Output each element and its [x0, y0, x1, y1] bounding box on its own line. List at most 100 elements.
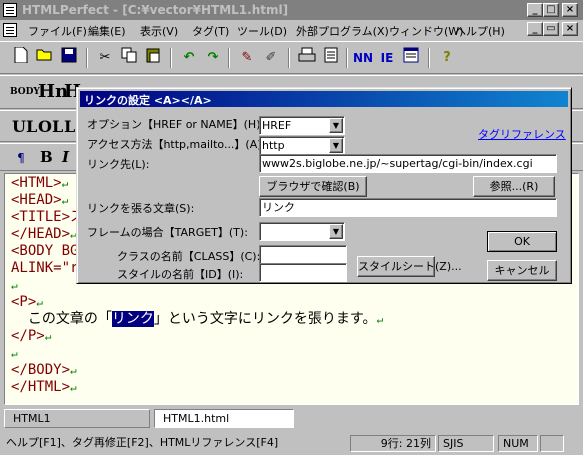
- chevron-down-icon[interactable]: ▼: [329, 118, 343, 133]
- tag-check-icon[interactable]: ✎: [236, 47, 258, 69]
- option-value: HREF: [262, 119, 292, 132]
- menu-view[interactable]: 表示(V): [140, 23, 178, 39]
- menu-tool[interactable]: ツール(D): [237, 23, 287, 39]
- undo-icon[interactable]: ↶: [178, 47, 200, 69]
- tab-html1-file[interactable]: HTML1.html: [154, 409, 294, 428]
- print-icon[interactable]: [296, 47, 318, 69]
- return-mark: ↵: [70, 364, 77, 377]
- destination-label: リンク先(L):: [87, 158, 150, 171]
- access-select[interactable]: http ▼: [259, 136, 345, 155]
- app-icon[interactable]: [3, 3, 17, 17]
- link-text-input[interactable]: リンク: [259, 198, 557, 217]
- code-line: </BODY>: [11, 362, 71, 378]
- access-value: http: [262, 139, 285, 152]
- link-text-label: リンクを張る文章(S):: [87, 202, 195, 215]
- ok-button[interactable]: OK: [487, 231, 557, 252]
- code-line: </HEAD>: [11, 226, 71, 242]
- status-numlock: NUM: [498, 435, 538, 452]
- id-label: スタイルの名前【ID】(I):: [117, 268, 244, 281]
- class-label: クラスの名前【CLASS】(C):: [117, 250, 261, 263]
- return-mark: ↵: [376, 313, 384, 326]
- id-input[interactable]: [259, 263, 347, 282]
- ul-tag-button[interactable]: UL: [12, 117, 37, 136]
- nn-browser-icon[interactable]: NN: [352, 47, 374, 69]
- access-label: アクセス方法【http,mailto...】(A):: [87, 138, 266, 151]
- link-dialog: リンクの設定 <A></A> オプション【HREF or NAME】(H): H…: [76, 87, 572, 284]
- close-button[interactable]: ×: [562, 3, 578, 17]
- tab-label: HTML1.html: [163, 412, 230, 425]
- code-line: <HTML>: [11, 175, 62, 191]
- status-encoding: SJIS: [438, 435, 494, 452]
- chevron-down-icon[interactable]: ▼: [329, 224, 343, 239]
- doc-minimize-button[interactable]: _: [527, 22, 543, 36]
- new-file-icon[interactable]: [10, 46, 32, 69]
- frame-select[interactable]: ▼: [259, 222, 345, 241]
- menu-file[interactable]: ファイル(F): [28, 23, 87, 39]
- title-bar[interactable]: HTMLPerfect - [C:¥vector¥HTML1.html] _ □…: [0, 0, 583, 20]
- return-mark: ↵: [11, 279, 18, 292]
- menu-edit[interactable]: 編集(E): [88, 23, 126, 39]
- open-folder-icon[interactable]: [34, 47, 56, 69]
- save-icon[interactable]: [58, 47, 80, 69]
- body-text: 」という文字にリンクを張ります。: [153, 311, 377, 327]
- return-mark: ↵: [61, 177, 69, 190]
- dialog-title: リンクの設定 <A></A>: [84, 94, 212, 107]
- status-help: ヘルプ[F1]、タグ再修正[F2]、HTMLリファレンス[F4]: [6, 436, 279, 449]
- main-toolbar: ✂ ↶ ↷ ✎ ✐ NN IE ?: [0, 41, 583, 74]
- dialog-title-bar[interactable]: リンクの設定 <A></A>: [80, 91, 568, 107]
- option-select[interactable]: HREF ▼: [259, 116, 345, 135]
- code-line: <HEAD>: [11, 192, 62, 208]
- return-mark: ↵: [44, 330, 52, 343]
- doc-restore-button[interactable]: ▭: [543, 22, 559, 36]
- frame-label: フレームの場合【TARGET】(T):: [87, 226, 248, 239]
- tab-html1[interactable]: HTML1: [4, 409, 150, 428]
- return-mark: ↵: [36, 296, 43, 309]
- status-position: 9行: 21列: [350, 435, 436, 452]
- status-extra: [540, 435, 564, 452]
- stylesheet-button[interactable]: スタイルシート(Z)...: [357, 256, 462, 277]
- tab-label: HTML1: [13, 412, 51, 425]
- class-input[interactable]: [259, 245, 347, 264]
- redo-icon[interactable]: ↷: [202, 47, 224, 69]
- tag-reference-link[interactable]: タグリファレンス: [478, 126, 566, 142]
- selected-text[interactable]: リンク: [111, 311, 154, 327]
- browse-button[interactable]: 参照...(R): [473, 176, 555, 197]
- code-line: ALINK="r: [11, 260, 79, 276]
- return-mark: ↵: [61, 194, 69, 207]
- li-tag-button[interactable]: L: [64, 117, 75, 136]
- ie-browser-icon[interactable]: IE: [376, 47, 398, 69]
- cancel-button[interactable]: キャンセル: [487, 260, 557, 281]
- code-line: </HTML>: [11, 379, 71, 395]
- code-line: <BODY BG: [11, 243, 79, 259]
- body-text: この文章の「: [11, 311, 112, 327]
- menu-tag[interactable]: タグ(T): [192, 23, 229, 39]
- browser-check-button[interactable]: ブラウザで確認(B): [259, 176, 367, 197]
- cut-icon[interactable]: ✂: [94, 47, 116, 69]
- menu-help[interactable]: ヘルプ(H): [455, 23, 505, 39]
- tag-remove-icon[interactable]: ✐: [260, 47, 282, 69]
- maximize-button[interactable]: □: [543, 3, 559, 17]
- window-list-icon[interactable]: [400, 47, 422, 69]
- doc-close-button[interactable]: ×: [562, 22, 578, 36]
- chevron-down-icon[interactable]: ▼: [329, 138, 343, 153]
- paste-icon[interactable]: [142, 47, 164, 69]
- menu-bar: ファイル(F) 編集(E) 表示(V) タグ(T) ツール(D) 外部プログラム…: [0, 20, 583, 40]
- menu-window[interactable]: ウィンドウ(W): [389, 23, 463, 39]
- status-bar: ヘルプ[F1]、タグ再修正[F2]、HTMLリファレンス[F4] 9行: 21列…: [0, 432, 583, 455]
- preview-icon[interactable]: [320, 47, 342, 69]
- paragraph-icon[interactable]: ¶: [10, 147, 32, 169]
- return-mark: ↵: [70, 381, 77, 394]
- help-question-icon[interactable]: ?: [436, 47, 458, 69]
- window-title: HTMLPerfect - [C:¥vector¥HTML1.html]: [22, 3, 289, 17]
- code-line: <TITLE>ス: [11, 209, 85, 225]
- copy-icon[interactable]: [118, 47, 140, 69]
- minimize-button[interactable]: _: [527, 3, 543, 17]
- destination-input[interactable]: www2s.biglobe.ne.jp/~supertag/cgi-bin/in…: [259, 154, 557, 173]
- italic-button[interactable]: I: [62, 148, 69, 166]
- ol-tag-button[interactable]: OL: [38, 117, 63, 136]
- document-icon[interactable]: [3, 23, 17, 37]
- body-tag-button[interactable]: BODY: [10, 87, 40, 97]
- code-line: </P>: [11, 328, 45, 344]
- menu-external[interactable]: 外部プログラム(X): [296, 23, 389, 39]
- bold-button[interactable]: B: [40, 148, 53, 166]
